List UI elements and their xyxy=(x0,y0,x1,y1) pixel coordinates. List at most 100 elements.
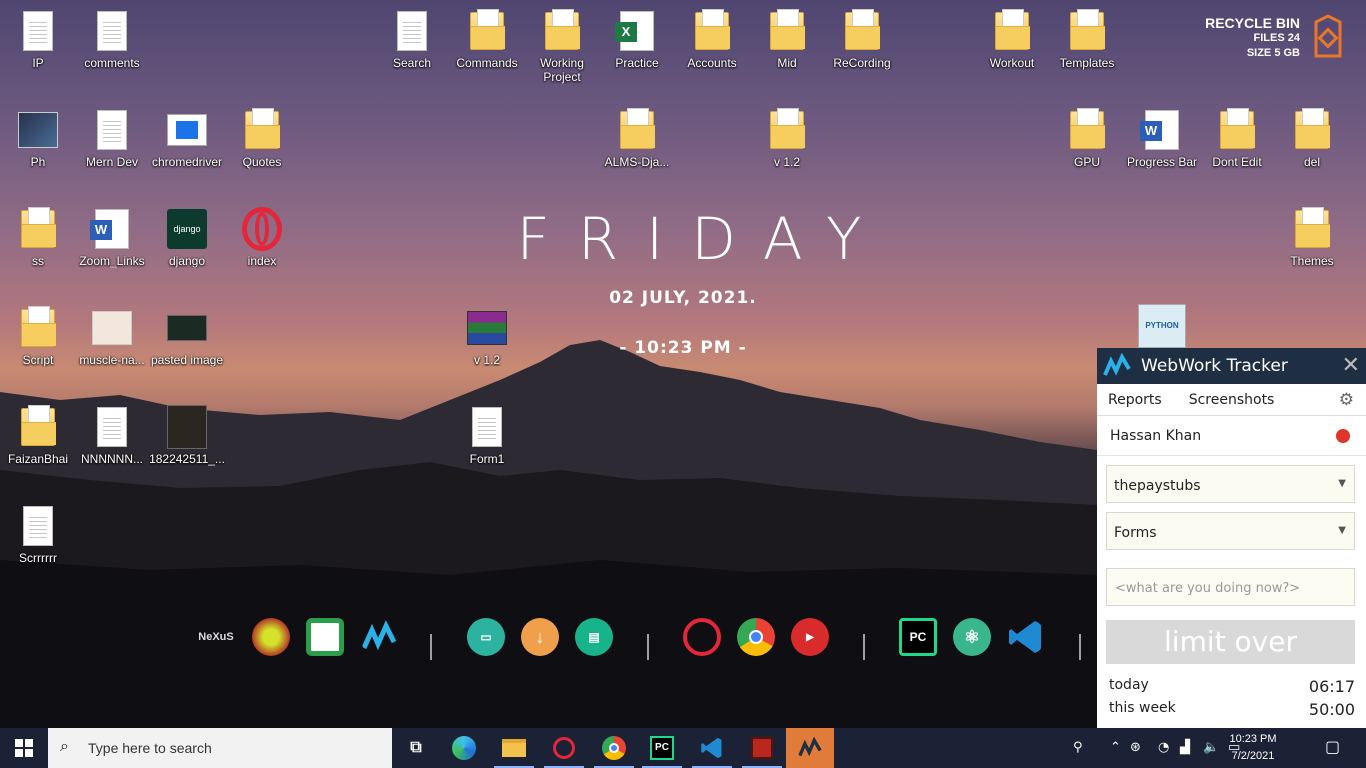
desktop-icon-ph[interactable]: Ph xyxy=(0,107,76,169)
desktop-icon-mid[interactable]: Mid xyxy=(749,8,825,70)
dock-separator xyxy=(430,634,432,660)
desktop-icon-alms-django[interactable]: ALMS-Dja... xyxy=(599,107,675,169)
chrome-icon[interactable] xyxy=(590,728,638,768)
youtube-icon[interactable]: ▶ xyxy=(791,618,829,656)
steam-icon[interactable]: ⊛ xyxy=(1130,740,1141,755)
rocket-dock: NeXuS ▭ ↓ ▤ ▶ PC ⚛ xyxy=(190,614,1081,674)
search-placeholder: Type here to search xyxy=(88,740,212,756)
desktop-icon-scrrrrrr[interactable]: Scrrrrrr xyxy=(0,503,76,565)
webwork-tabs: Reports Screenshots xyxy=(1097,384,1366,416)
user-name: Hassan Khan xyxy=(1097,416,1366,456)
trello-icon[interactable] xyxy=(306,618,344,656)
desktop-icon-form1[interactable]: Form1 xyxy=(449,404,525,466)
folder-icon xyxy=(18,404,58,450)
chameleon-icon[interactable] xyxy=(252,618,290,656)
recycle-bin-files: FILES 24 xyxy=(1253,32,1300,44)
folder-icon xyxy=(1217,107,1257,153)
project-select-value: thepaystubs xyxy=(1114,478,1201,494)
recycle-bin-icon[interactable] xyxy=(1312,14,1344,60)
docs-icon[interactable]: ▤ xyxy=(575,618,613,656)
document-icon xyxy=(392,8,432,54)
desktop-icon-search[interactable]: Search xyxy=(374,8,450,70)
atom-icon[interactable]: ⚛ xyxy=(953,618,991,656)
desktop-icon-v12-folder[interactable]: v 1.2 xyxy=(749,107,825,169)
limit-over-button[interactable]: limit over xyxy=(1106,620,1355,664)
task-view-icon[interactable]: ⧉ xyxy=(392,728,440,768)
desktop-icon-gpu[interactable]: GPU xyxy=(1049,107,1125,169)
people-icon[interactable]: ⚲ xyxy=(1073,740,1083,755)
monitor-icon[interactable]: ▭ xyxy=(467,618,505,656)
vscode-icon[interactable] xyxy=(1007,618,1045,656)
folder-icon xyxy=(1292,107,1332,153)
desktop-icon-practice[interactable]: X Practice xyxy=(599,8,675,70)
gear-icon[interactable]: ⚙ xyxy=(1339,390,1354,410)
desktop-icon-chromedriver[interactable]: chromedriver xyxy=(149,107,225,169)
recycle-bin-title: RECYCLE BIN xyxy=(1205,15,1300,31)
tab-reports[interactable]: Reports xyxy=(1108,392,1162,408)
activity-note-input[interactable]: <what are you doing now?> xyxy=(1106,568,1355,606)
document-icon xyxy=(92,107,132,153)
file-explorer-icon[interactable] xyxy=(490,728,538,768)
recycle-bin-size: SIZE 5 GB xyxy=(1246,47,1300,59)
desktop-icon-commands[interactable]: Commands xyxy=(449,8,525,70)
desktop-icon-quotes[interactable]: Quotes xyxy=(224,107,300,169)
windows-logo-icon xyxy=(15,739,33,757)
webwork-icon[interactable] xyxy=(786,728,834,768)
wifi-icon[interactable]: ◔ xyxy=(1158,740,1169,755)
clock-date: 7/2/2021 xyxy=(1231,750,1275,762)
opera-icon[interactable] xyxy=(540,728,588,768)
desktop-icon-working-project[interactable]: Working Project xyxy=(524,8,600,84)
recycle-bin-widget[interactable]: RECYCLE BIN FILES 24 SIZE 5 GB xyxy=(1205,16,1300,61)
volume-icon[interactable]: 🔈 xyxy=(1203,740,1219,755)
desktop-icon-recording[interactable]: ReCording xyxy=(824,8,900,70)
document-icon xyxy=(18,503,58,549)
desktop-icon-del[interactable]: del xyxy=(1274,107,1350,169)
desktop-icon-templates[interactable]: Templates xyxy=(1049,8,1125,70)
desktop-icon-comments[interactable]: comments xyxy=(74,8,150,70)
desktop-icon-accounts[interactable]: Accounts xyxy=(674,8,750,70)
pycharm-icon[interactable]: PC xyxy=(899,618,937,656)
desktop-icon-faizanbhai[interactable]: FaizanBhai xyxy=(0,404,76,466)
webwork-title: WebWork Tracker xyxy=(1141,356,1288,376)
nexus-icon[interactable]: NeXuS xyxy=(196,618,236,656)
folder-icon xyxy=(767,107,807,153)
task-select[interactable]: Forms ▼ xyxy=(1106,512,1355,550)
status-dot-icon[interactable] xyxy=(1336,429,1350,443)
start-button[interactable] xyxy=(0,728,48,768)
download-icon[interactable]: ↓ xyxy=(521,618,559,656)
tab-screenshots[interactable]: Screenshots xyxy=(1189,392,1275,408)
close-icon[interactable]: ✕ xyxy=(1342,353,1360,378)
widget-day: FRIDAY xyxy=(516,205,890,273)
week-stat: this week 50:00 xyxy=(1109,700,1355,719)
pycharm-icon[interactable]: PC xyxy=(638,728,686,768)
webwork-header: WebWork Tracker ✕ xyxy=(1097,348,1366,384)
chevron-down-icon: ▼ xyxy=(1338,478,1346,489)
document-icon xyxy=(467,404,507,450)
network-icon[interactable]: ▟ xyxy=(1180,740,1190,755)
today-stat: today 06:17 xyxy=(1109,677,1355,696)
desktop-icon-workout[interactable]: Workout xyxy=(974,8,1050,70)
application-icon xyxy=(167,107,207,153)
edge-icon[interactable] xyxy=(440,728,488,768)
desktop-icon-ip[interactable]: IP xyxy=(0,8,76,70)
chrome-icon[interactable] xyxy=(737,618,775,656)
desktop-icon-dont-edit[interactable]: Dont Edit xyxy=(1199,107,1275,169)
webwork-logo-icon xyxy=(1103,353,1131,376)
taskbar-search[interactable]: ⌕ Type here to search xyxy=(48,728,392,768)
desktop-icon-182242511[interactable]: 182242511_... xyxy=(149,404,225,466)
image-icon xyxy=(167,404,207,450)
image-icon xyxy=(18,107,58,153)
project-select[interactable]: thepaystubs ▼ xyxy=(1106,465,1355,503)
folder-icon xyxy=(467,8,507,54)
vscode-icon[interactable] xyxy=(688,728,736,768)
desktop-icon-progress-bar[interactable]: W Progress Bar xyxy=(1124,107,1200,169)
desktop-icon-nnnnnn[interactable]: NNNNNN... xyxy=(74,404,150,466)
opera-icon[interactable] xyxy=(683,618,721,656)
desktop-icon-mern-dev[interactable]: Mern Dev xyxy=(74,107,150,169)
webwork-icon[interactable] xyxy=(360,618,398,656)
taskbar-clock[interactable]: 10:23 PM 7/2/2021 xyxy=(1218,731,1288,765)
folder-icon xyxy=(1067,8,1107,54)
chevron-up-icon[interactable]: ⌃ xyxy=(1110,740,1121,755)
notification-icon[interactable]: ▢ xyxy=(1325,737,1340,756)
dota-icon[interactable] xyxy=(738,728,786,768)
